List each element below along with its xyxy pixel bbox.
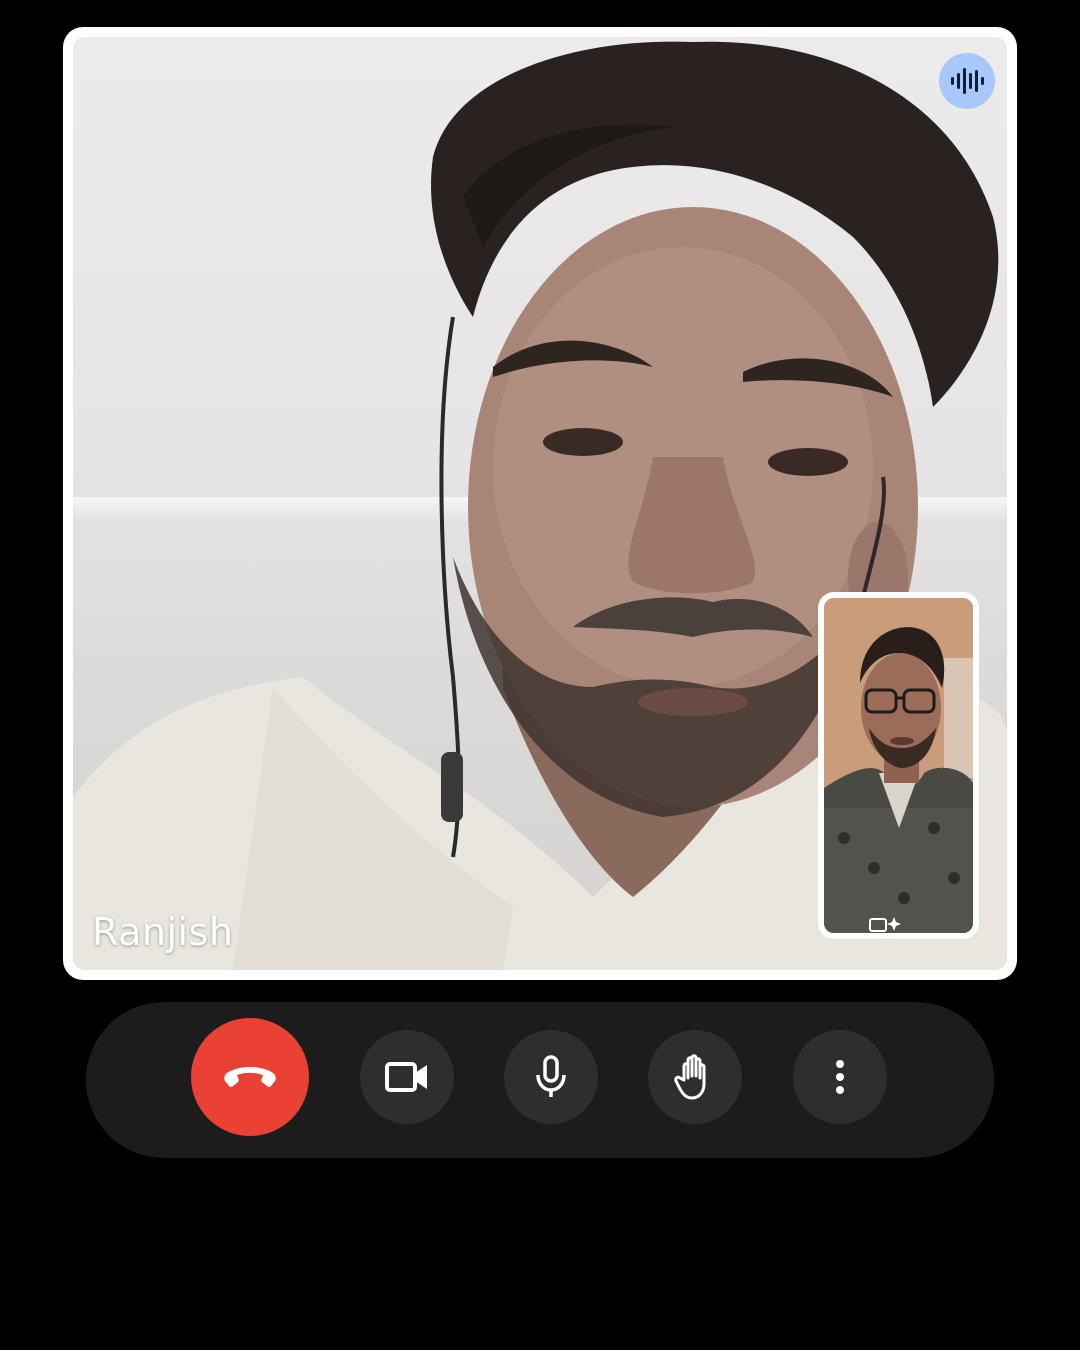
phone-hangup-icon bbox=[224, 1067, 276, 1087]
speaking-indicator bbox=[939, 53, 995, 109]
effects-icon bbox=[869, 917, 901, 932]
call-control-bar bbox=[86, 1002, 994, 1158]
self-view-tile[interactable] bbox=[818, 592, 979, 939]
end-call-button[interactable] bbox=[191, 1018, 309, 1136]
participant-name-label: Ranjish bbox=[92, 910, 234, 954]
microphone-icon bbox=[536, 1055, 566, 1097]
audio-wave-icon bbox=[951, 68, 984, 94]
microphone-toggle-button[interactable] bbox=[504, 1030, 598, 1124]
camera-toggle-button[interactable] bbox=[360, 1030, 454, 1124]
hand-icon bbox=[674, 1054, 706, 1100]
video-call-screen: Ranjish bbox=[0, 0, 1080, 1350]
more-options-button[interactable] bbox=[793, 1030, 887, 1124]
video-camera-icon bbox=[385, 1062, 427, 1092]
raise-hand-button[interactable] bbox=[648, 1030, 742, 1124]
self-view-video bbox=[824, 598, 973, 933]
self-view-image bbox=[824, 598, 973, 933]
more-vertical-icon bbox=[836, 1060, 844, 1094]
